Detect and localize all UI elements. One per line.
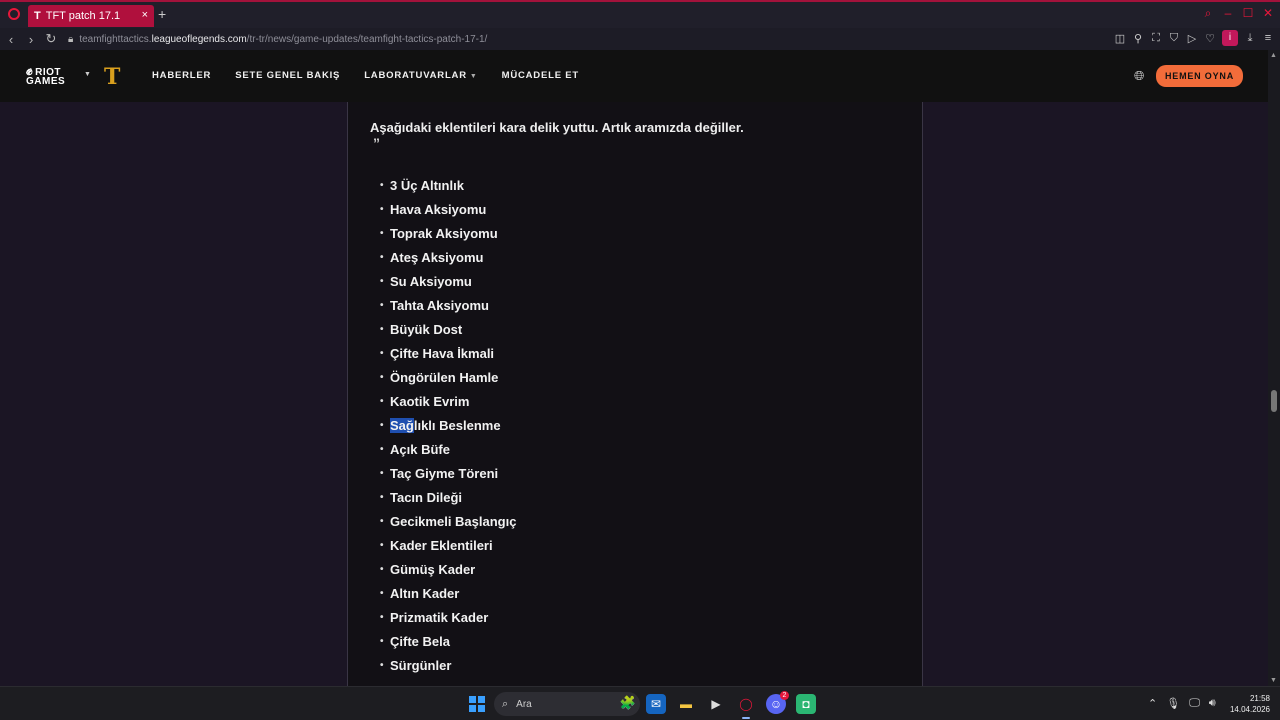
download-icon[interactable]: ⤓ — [1244, 32, 1256, 45]
list-item: 3 Üç Altınlık — [380, 174, 516, 198]
list-item: Öngörülen Hamle — [380, 366, 516, 390]
scroll-up-icon[interactable]: ▲ — [1270, 52, 1277, 59]
lock-icon[interactable]: 🔒︎ — [68, 34, 73, 45]
new-tab-button[interactable]: + — [158, 6, 166, 22]
list-item: Çifte Hava İkmali — [380, 342, 516, 366]
android-app-icon[interactable]: ◘ — [796, 694, 816, 714]
taskbar-search[interactable]: ⌕ Ara 🧩 — [494, 692, 640, 716]
reload-icon[interactable]: ↻ — [42, 31, 60, 47]
tab-title: TFT patch 17.1 — [45, 10, 121, 22]
menu-icon[interactable]: ≡ — [1262, 32, 1274, 44]
close-icon[interactable]: ✕ — [1262, 6, 1274, 21]
taskbar-apps: ✉ ▬ ▶ ◯ ☺ 2 ◘ — [646, 691, 816, 719]
quote-mark-icon: ” — [373, 135, 380, 151]
windows-start-icon[interactable] — [469, 696, 485, 712]
list-item: Ateş Aksiyomu — [380, 246, 516, 270]
list-item: Tahta Aksiyomu — [380, 294, 516, 318]
windows-taskbar: ⌕ Ara 🧩 ✉ ▬ ▶ ◯ ☺ 2 ◘ ⌃ 🎙︎ 🖵︎ 🔊︎ 21:58 14… — [0, 686, 1280, 720]
nav-link-labs-label: LABORATUVARLAR — [364, 70, 467, 81]
riot-logo-line2: GAMES — [26, 76, 66, 87]
riot-games-logo[interactable]: ✊︎ RIOT GAMES — [26, 65, 66, 87]
tft-logo[interactable]: T — [104, 64, 120, 90]
list-item: Büyük Dost — [380, 318, 516, 342]
outlook-icon[interactable]: ✉ — [646, 694, 666, 714]
site-navigation: ✊︎ RIOT GAMES ▼ T HABERLER SETE GENEL BAK… — [0, 50, 1268, 102]
list-item-rest: lıklı Beslenme — [413, 418, 501, 433]
maximize-icon[interactable]: ☐ — [1242, 6, 1254, 21]
nav-link-labs[interactable]: LABORATUVARLAR ▼ — [364, 70, 477, 81]
list-item: Hava Aksiyomu — [380, 198, 516, 222]
scroll-down-icon[interactable]: ▼ — [1270, 677, 1277, 684]
media-player-icon[interactable]: ▶ — [706, 694, 726, 714]
nav-links: HABERLER SETE GENEL BAKIŞ LABORATUVARLAR… — [152, 70, 603, 81]
sidebar-toggle-icon[interactable]: ◫ — [1114, 32, 1126, 45]
list-item-selected: Sağlıklı Beslenme — [380, 414, 516, 438]
opera-browser-icon[interactable]: ◯ — [736, 694, 756, 719]
taskbar-search-label: Ara — [516, 698, 532, 710]
scrollbar-thumb[interactable] — [1271, 390, 1277, 412]
profile-avatar[interactable]: i — [1222, 30, 1238, 46]
discord-icon[interactable]: ☺ 2 — [766, 691, 789, 714]
system-clock[interactable]: 21:58 14.04.2026 — [1226, 693, 1270, 715]
chevron-down-icon: ▼ — [469, 73, 478, 80]
list-item: Tacın Dileği — [380, 486, 516, 510]
tab-close-icon[interactable]: × — [142, 9, 148, 21]
window-controls: ⌕ – ☐ ✕ — [1202, 6, 1274, 21]
back-icon[interactable]: ‹ — [2, 32, 20, 47]
clock-time: 21:58 — [1249, 694, 1270, 703]
list-item: Gecikmeli Başlangıç — [380, 510, 516, 534]
search-icon[interactable]: ⌕ — [1202, 6, 1214, 21]
url-domain: leagueoflegends.com — [151, 33, 247, 45]
list-item: Prizmatik Kader — [380, 606, 516, 630]
pin-icon[interactable]: ⚲ — [1132, 32, 1144, 45]
heart-icon[interactable]: ♡ — [1204, 32, 1216, 45]
forward-icon[interactable]: › — [22, 32, 40, 47]
article-body: Aşağıdaki eklentileri kara delik yuttu. … — [347, 102, 923, 686]
search-icon: ⌕ — [502, 697, 509, 710]
globe-icon[interactable]: 🌐︎ — [1134, 68, 1144, 84]
url-field[interactable]: teamfighttactics.leagueoflegends.com/tr-… — [79, 34, 487, 45]
list-item: Gümüş Kader — [380, 558, 516, 582]
browser-tab-bar: T TFT patch 17.1 × + ⌕ – ☐ ✕ — [0, 0, 1280, 28]
chevron-down-icon[interactable]: ▼ — [84, 71, 91, 78]
nav-link-set-overview[interactable]: SETE GENEL BAKIŞ — [235, 70, 340, 81]
url-path: /tr-tr/news/game-updates/teamfight-tacti… — [246, 33, 488, 45]
search-highlight-icon: 🧩 — [619, 695, 636, 710]
player-icon[interactable]: ▷ — [1186, 32, 1198, 45]
quote-text: Aşağıdaki eklentileri kara delik yuttu. … — [370, 120, 744, 135]
shield-icon[interactable]: ⛉ — [1168, 32, 1180, 45]
list-item: Kaotik Evrim — [380, 390, 516, 414]
browser-tab-active[interactable]: T TFT patch 17.1 × — [28, 5, 154, 27]
opera-logo-icon[interactable] — [8, 8, 20, 20]
file-explorer-icon[interactable]: ▬ — [676, 694, 696, 714]
list-item: Sürgünler — [380, 654, 516, 678]
play-now-button[interactable]: HEMEN OYNA — [1156, 65, 1243, 87]
network-icon[interactable]: 🖵︎ — [1189, 697, 1200, 710]
text-selection: Sağ — [390, 418, 414, 433]
list-item: Taç Giyme Töreni — [380, 462, 516, 486]
tft-favicon-icon: T — [34, 10, 41, 22]
browser-toolbar: ◫ ⚲ ⛶ ⛉ ▷ ♡ i ⤓ ≡ — [1114, 30, 1274, 46]
volume-icon[interactable]: 🔊︎ — [1209, 697, 1216, 710]
list-item: Kader Eklentileri — [380, 534, 516, 558]
page-scrollbar[interactable]: ▲ ▼ — [1268, 50, 1280, 686]
list-item: Çifte Bela — [380, 630, 516, 654]
discord-badge: 2 — [780, 691, 789, 700]
list-item: Toprak Aksiyomu — [380, 222, 516, 246]
microphone-icon[interactable]: 🎙︎ — [1166, 697, 1180, 710]
clock-date: 14.04.2026 — [1229, 705, 1270, 714]
chevron-up-icon[interactable]: ⌃ — [1148, 697, 1157, 710]
list-item: Açık Büfe — [380, 438, 516, 462]
system-tray: ⌃ 🎙︎ 🖵︎ 🔊︎ — [1148, 697, 1216, 710]
list-item: Altın Kader — [380, 582, 516, 606]
nav-link-compete[interactable]: MÜCADELE ET — [502, 70, 579, 81]
address-bar: ‹ › ↻ 🔒︎ teamfighttactics.leagueoflegend… — [0, 28, 1280, 50]
snapshot-icon[interactable]: ⛶ — [1150, 32, 1162, 45]
nav-link-news[interactable]: HABERLER — [152, 70, 211, 81]
minimize-icon[interactable]: – — [1222, 6, 1234, 21]
removed-augments-list: 3 Üç Altınlık Hava Aksiyomu Toprak Aksiy… — [380, 174, 516, 678]
list-item: Su Aksiyomu — [380, 270, 516, 294]
url-prefix: teamfighttactics. — [79, 33, 152, 45]
